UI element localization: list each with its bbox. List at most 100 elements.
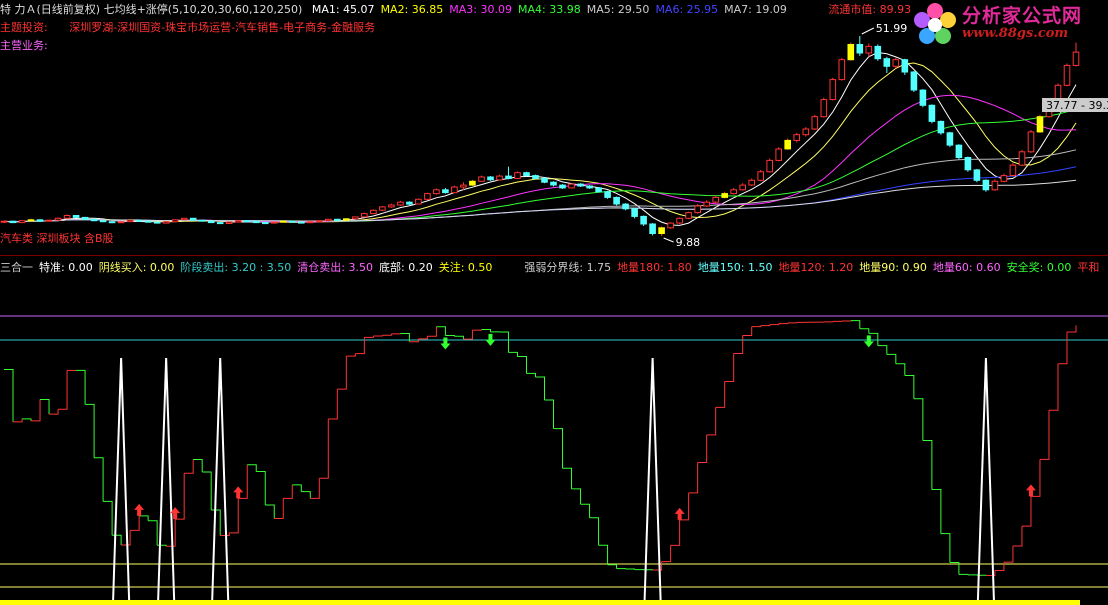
indicator-step (661, 545, 672, 563)
indicator-step (580, 503, 591, 518)
candle-body (171, 219, 179, 223)
candle-body (613, 196, 620, 205)
indicator-step (535, 376, 546, 401)
candle-body (604, 191, 611, 198)
indicator-step (526, 372, 536, 378)
candle-body (964, 157, 972, 171)
candle-body (883, 58, 891, 67)
indicator-step (1057, 332, 1068, 365)
candle-body (234, 220, 242, 223)
candle-body (1072, 51, 1080, 66)
chart-title: 特 力Ａ(日线前复权) 七均线+涨停(5,10,20,30,60,120,250… (0, 3, 303, 16)
indicator-step (40, 399, 50, 415)
indicator-legend-item: 清仓卖出: 3.50 (297, 261, 373, 274)
indicator-step (769, 323, 780, 326)
indicator-step (301, 491, 311, 499)
candle-body (649, 223, 656, 234)
candle-body (415, 198, 422, 205)
sector-text: 汽车类 深圳板块 含B股 (0, 232, 114, 245)
market-cap: 流通市值: 89.93 (828, 3, 912, 16)
business-row: 主营业务: (0, 39, 54, 53)
candle-body (973, 169, 981, 181)
buy-arrow-icon (233, 486, 244, 499)
candle-body (388, 204, 395, 208)
candle-body (802, 128, 810, 136)
candle-body (946, 132, 954, 146)
candle-body (991, 180, 999, 191)
candle-body (424, 193, 431, 200)
indicator-step (373, 335, 383, 337)
candle-body (262, 222, 269, 225)
ma-line (3, 149, 1077, 223)
header-row: 特 力Ａ(日线前复权) 七均线+涨停(5,10,20,30,60,120,250… (0, 3, 917, 17)
candle-body (622, 203, 629, 210)
candle-body (442, 189, 449, 194)
indicator-step (724, 353, 735, 383)
candle-body (90, 218, 98, 222)
candle-body (658, 227, 665, 235)
ma-line (3, 166, 1077, 223)
theme-row: 主题投资: 深圳罗湖-深圳国资-珠宝市场运营-汽车销售-电子商务-金融服务 (0, 21, 381, 35)
candle-body (739, 184, 747, 191)
indicator-step (94, 457, 104, 502)
indicator-step (49, 409, 59, 415)
candle-body (72, 215, 80, 218)
indicator-legend-item: 阶段卖出: 3.20 : 3.50 (180, 261, 292, 274)
candle-body (496, 175, 503, 181)
chart-canvas: 51.99 9.88 37.77 - 39.3 (0, 22, 1108, 605)
candle-body (298, 221, 305, 224)
candle-body (0, 220, 8, 223)
candles (0, 36, 1080, 236)
indicator-step (148, 520, 158, 546)
high-marker (861, 27, 875, 35)
sell-arrow-icon (863, 335, 874, 348)
indicator-step (859, 328, 870, 334)
indicator-legend-item: 平和 (1077, 261, 1100, 274)
indicator-step (742, 326, 753, 337)
candle-body (289, 220, 296, 223)
panel-separator (0, 255, 1108, 256)
candle-body (153, 221, 161, 224)
candle-body (27, 219, 35, 222)
ma-line (3, 179, 1077, 223)
ma-legend-item: MA4: 33.98 (518, 3, 581, 16)
candle-body (307, 221, 314, 224)
theme-value: 深圳罗湖-深圳国资-珠宝市场运营-汽车销售-电子商务-金融服务 (69, 21, 376, 34)
indicator-step (607, 564, 618, 569)
indicator-step (346, 353, 356, 357)
candle-body (514, 172, 521, 179)
indicator-step (751, 325, 762, 328)
indicator-step (58, 370, 68, 410)
candle-body (135, 219, 143, 222)
candle-body (1036, 116, 1044, 133)
indicator-step (292, 484, 302, 492)
indicator-step (337, 356, 347, 390)
indicator-step (886, 353, 897, 364)
candle-body (910, 71, 918, 91)
indicator-step (895, 363, 906, 376)
indicator-step (265, 504, 275, 519)
indicator-step (778, 322, 789, 325)
candle-body (721, 193, 729, 198)
buy-arrow-icon (1025, 484, 1036, 497)
indicator-step (427, 326, 437, 337)
candle-body (523, 172, 530, 176)
indicator-step (76, 369, 86, 405)
candle-body (775, 148, 783, 161)
candle-body (856, 44, 864, 54)
low-price-label: 9.88 (676, 236, 701, 249)
price-annotations: 51.99 9.88 37.77 - 39.3 (663, 22, 1108, 249)
candle-body (1063, 64, 1071, 86)
indicator-step (994, 562, 1005, 572)
sell-arrow-icon (440, 337, 451, 350)
candle-body (919, 89, 927, 106)
sell-arrow-icon (485, 333, 496, 346)
indicator-step (382, 333, 392, 336)
candle-body (982, 179, 990, 191)
buy-arrow-icon (134, 503, 145, 516)
indicator-step (319, 419, 329, 479)
candle-body (117, 221, 125, 224)
indicator-step (364, 335, 374, 338)
candle-body (901, 59, 909, 73)
indicator-legend-item: 强弱分界线: 1.75 (524, 261, 612, 274)
